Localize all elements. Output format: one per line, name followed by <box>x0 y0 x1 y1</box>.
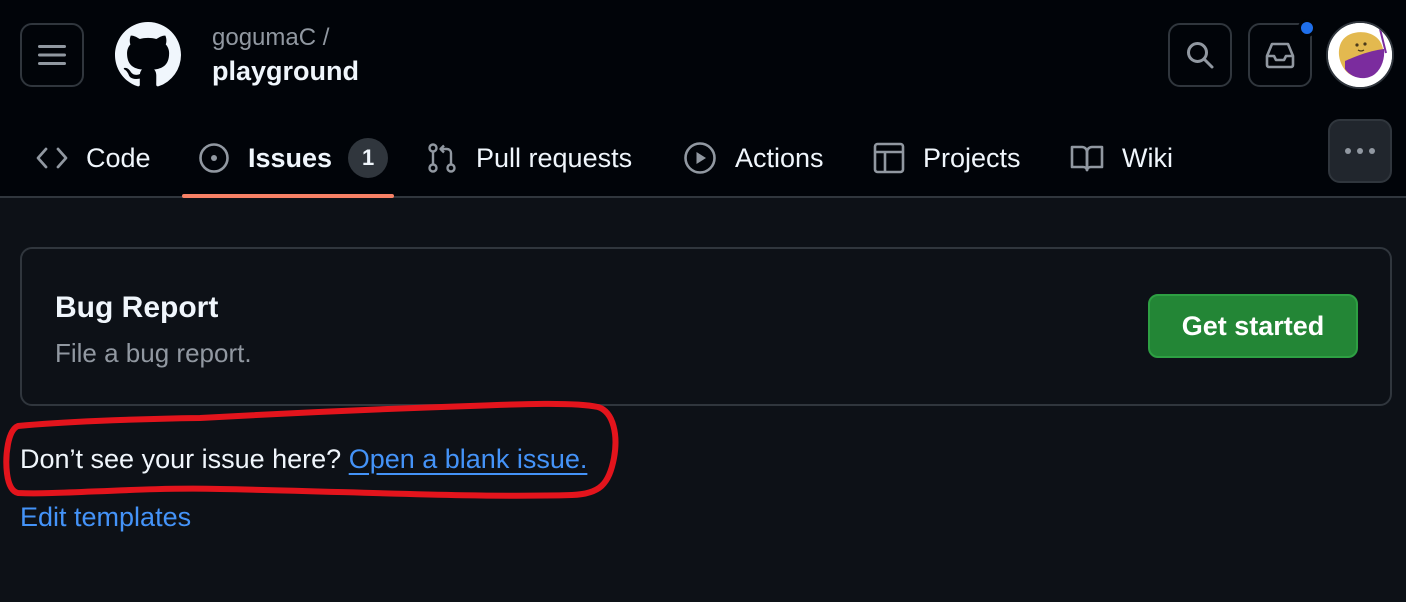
tab-wiki-label: Wiki <box>1122 142 1173 173</box>
blank-issue-prompt: Don’t see your issue here? Open a blank … <box>20 444 587 475</box>
template-name: Bug Report <box>55 291 219 324</box>
search-icon <box>1187 42 1214 69</box>
table-icon <box>873 142 905 174</box>
search-button[interactable] <box>1168 23 1232 87</box>
tab-projects-label: Projects <box>923 142 1021 173</box>
tab-code[interactable]: Code <box>36 118 151 198</box>
code-icon <box>36 147 68 169</box>
repo-nav-tabs: Code Issues 1 Pull requests Actions Proj… <box>0 118 1406 198</box>
repo-name-link[interactable]: playground <box>212 56 359 87</box>
issue-opened-icon <box>199 143 229 173</box>
inbox-button[interactable] <box>1248 19 1316 87</box>
tab-projects[interactable]: Projects <box>873 118 1021 198</box>
avatar[interactable] <box>1326 21 1394 89</box>
repo-owner-link[interactable]: gogumaC / <box>212 24 329 52</box>
tab-pull-requests[interactable]: Pull requests <box>426 118 632 198</box>
tab-issues[interactable]: Issues 1 <box>198 118 389 198</box>
play-icon <box>684 142 716 174</box>
kebab-horizontal-icon <box>1345 148 1375 154</box>
tab-actions[interactable]: Actions <box>683 118 824 198</box>
blank-issue-prompt-text: Don’t see your issue here? <box>20 444 342 474</box>
issue-template-card: Bug Report File a bug report. Get starte… <box>20 247 1392 406</box>
notification-dot <box>1298 19 1316 37</box>
edit-templates-link[interactable]: Edit templates <box>20 502 191 533</box>
issues-count-badge: 1 <box>348 138 389 178</box>
open-blank-issue-link[interactable]: Open a blank issue. <box>349 444 588 474</box>
tab-actions-label: Actions <box>735 142 824 173</box>
tab-issues-label: Issues <box>248 142 333 173</box>
github-logo-icon[interactable] <box>115 22 181 88</box>
template-description: File a bug report. <box>55 338 252 368</box>
tab-wiki[interactable]: Wiki <box>1070 118 1173 198</box>
more-tabs-button[interactable] <box>1328 119 1392 183</box>
menu-button[interactable] <box>20 23 84 87</box>
avatar-image-icon <box>1328 23 1392 87</box>
menu-icon <box>38 45 66 65</box>
tab-pull-requests-label: Pull requests <box>476 142 633 173</box>
repo-header: gogumaC / playground Code Issues 1 Pull … <box>0 0 1406 198</box>
book-icon <box>1070 145 1104 172</box>
git-pull-request-icon <box>428 143 456 173</box>
inbox-icon <box>1265 42 1295 69</box>
get-started-button[interactable]: Get started <box>1148 294 1358 358</box>
tab-code-label: Code <box>86 142 151 173</box>
selected-tab-underline <box>182 194 394 198</box>
